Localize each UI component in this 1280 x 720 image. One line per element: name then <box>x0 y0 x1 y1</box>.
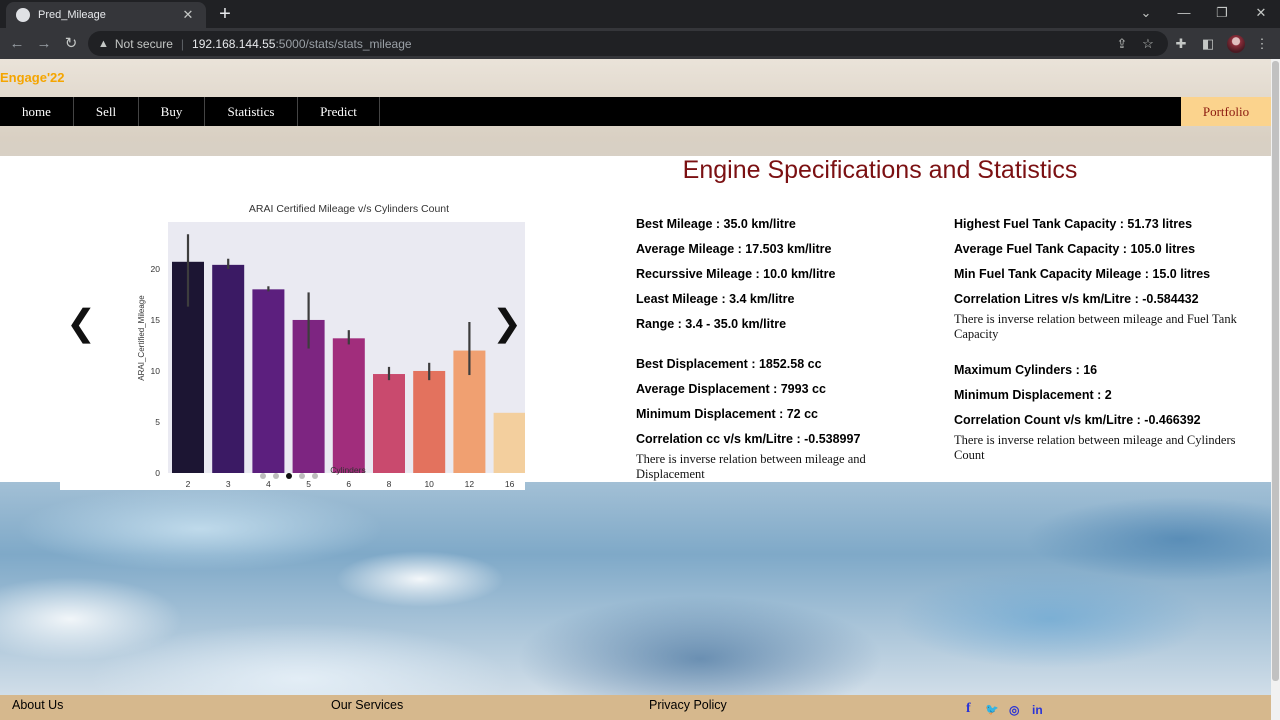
stat-min-fuel-tank-mileage: Min Fuel Tank Capacity Mileage : 15.0 li… <box>954 267 1211 281</box>
instagram-icon[interactable]: ◎ <box>1009 703 1019 717</box>
reload-icon[interactable]: ↻ <box>60 33 82 55</box>
stat-maximum-cylinders: Maximum Cylinders : 16 <box>954 363 1098 377</box>
carousel-dot[interactable] <box>260 473 266 479</box>
forward-icon[interactable]: → <box>33 33 55 55</box>
stat-minimum-displacement: Minimum Displacement : 72 cc <box>636 407 819 421</box>
stat-highest-fuel-tank: Highest Fuel Tank Capacity : 51.73 litre… <box>954 217 1193 231</box>
nav-buy[interactable]: Buy <box>139 97 205 126</box>
carousel-dot[interactable] <box>273 473 279 479</box>
maximize-icon[interactable]: ❐ <box>1207 4 1237 22</box>
globe-icon <box>16 8 30 22</box>
main-navbar: home Sell Buy Statistics Predict Portfol… <box>0 97 1271 126</box>
bar-cyl-10 <box>413 370 446 473</box>
y-tick-label: 10 <box>151 366 161 376</box>
mileage-cylinders-chart: 0 5 10 15 20 2 3 4 5 6 8 10 12 16 ARAI Certified Mil… <box>137 203 525 489</box>
side-panel-icon[interactable]: ◧ <box>1199 35 1217 53</box>
y-tick-label: 0 <box>155 468 160 478</box>
nav-home[interactable]: home <box>0 97 74 126</box>
stat-minimum-displacement-2: Minimum Displacement : 2 <box>954 388 1112 402</box>
note-displacement: There is inverse relation between mileag… <box>636 452 866 481</box>
nav-sell[interactable]: Sell <box>74 97 139 126</box>
page-scrollbar[interactable] <box>1271 59 1280 720</box>
y-tick-label: 20 <box>151 264 161 274</box>
x-tick-label: 10 <box>424 479 434 489</box>
browser-tab-bar: Pred_Mileage ✕ + ⌄ — ❐ ✕ <box>0 0 1280 28</box>
site-brand[interactable]: Engage'22 <box>0 70 65 85</box>
page-viewport: Engage'22 home Sell Buy Statistics Predi… <box>0 59 1280 720</box>
browser-toolbar: ← → ↻ ▲ Not secure | 192.168.144.55 :500… <box>0 28 1280 59</box>
twitter-icon[interactable]: 🐦 <box>985 703 999 716</box>
x-tick-label: 8 <box>387 479 392 489</box>
x-tick-label: 4 <box>266 479 271 489</box>
y-tick-label: 5 <box>155 417 160 427</box>
bar-cyl-4 <box>252 289 285 473</box>
bar-cyl-3 <box>212 264 245 473</box>
url-host: 192.168.144.55 <box>192 36 276 51</box>
chart-ylabel: ARAI_Certified_Mileage <box>137 295 146 381</box>
stat-average-mileage: Average Mileage : 17.503 km/litre <box>636 242 832 256</box>
x-tick-label: 6 <box>346 479 351 489</box>
stat-correlation-cc: Correlation cc v/s km/Litre : -0.538997 <box>636 432 861 446</box>
address-bar[interactable]: ▲ Not secure | 192.168.144.55 :5000/stat… <box>88 31 1168 56</box>
nav-statistics[interactable]: Statistics <box>205 97 298 126</box>
share-icon[interactable]: ⇪ <box>1113 35 1131 53</box>
carousel-dot[interactable] <box>299 473 305 479</box>
page-title: Engine Specifications and Statistics <box>682 156 1078 184</box>
tab-title: Pred_Mileage <box>38 9 106 21</box>
scrollbar-thumb[interactable] <box>1272 61 1279 681</box>
note-cylinders: There is inverse relation between mileag… <box>954 433 1236 462</box>
carousel-dot[interactable] <box>286 473 292 479</box>
x-tick-label: 5 <box>306 479 311 489</box>
carousel-prev-button[interactable]: ❮ <box>66 305 96 341</box>
tab-search-icon[interactable]: ⌄ <box>1131 4 1161 22</box>
footer-about-us[interactable]: About Us <box>12 698 63 712</box>
site-footer: About Us Our Services Privacy Policy f 🐦… <box>0 695 1271 720</box>
close-window-icon[interactable]: ✕ <box>1246 4 1276 22</box>
url-path: :5000/stats/stats_mileage <box>275 36 412 51</box>
facebook-icon[interactable]: f <box>966 701 971 717</box>
menu-kebab-icon[interactable]: ⋮ <box>1253 35 1271 53</box>
stat-recursive-mileage: Recurssive Mileage : 10.0 km/litre <box>636 267 836 281</box>
browser-tab[interactable]: Pred_Mileage ✕ <box>6 2 206 28</box>
note-fuel-tank: There is inverse relation between mileag… <box>954 312 1237 341</box>
x-tick-label: 3 <box>226 479 231 489</box>
bar-cyl-16 <box>493 412 525 473</box>
chart-carousel: 0 5 10 15 20 2 3 4 5 6 8 10 12 16 ARAI Certified Mil… <box>60 192 525 490</box>
carousel-next-button[interactable]: ❯ <box>492 305 522 341</box>
bar-cyl-6 <box>332 338 365 473</box>
x-tick-label: 16 <box>505 479 515 489</box>
footer-privacy-policy[interactable]: Privacy Policy <box>649 698 727 712</box>
bookmark-star-icon[interactable]: ☆ <box>1139 35 1157 53</box>
footer-our-services[interactable]: Our Services <box>331 698 403 712</box>
linkedin-icon[interactable]: in <box>1032 703 1043 717</box>
tab-close-icon[interactable]: ✕ <box>180 7 196 23</box>
carousel-indicators <box>260 473 318 479</box>
x-tick-label: 2 <box>186 479 191 489</box>
stat-best-mileage: Best Mileage : 35.0 km/litre <box>636 217 796 231</box>
minimize-icon[interactable]: — <box>1169 4 1199 22</box>
nav-predict[interactable]: Predict <box>298 97 380 126</box>
stat-correlation-count: Correlation Count v/s km/Litre : -0.4663… <box>954 413 1201 427</box>
stat-correlation-litres: Correlation Litres v/s km/Litre : -0.584… <box>954 292 1199 306</box>
nav-portfolio[interactable]: Portfolio <box>1181 97 1271 126</box>
stat-best-displacement: Best Displacement : 1852.58 cc <box>636 357 822 371</box>
profile-avatar[interactable] <box>1227 35 1245 53</box>
extensions-icon[interactable]: ✚ <box>1172 35 1190 53</box>
y-tick-label: 15 <box>151 315 161 325</box>
back-icon[interactable]: ← <box>6 33 28 55</box>
chart-xlabel: Cylinders <box>330 465 365 475</box>
bar-cyl-8 <box>373 374 405 473</box>
stat-range: Range : 3.4 - 35.0 km/litre <box>636 317 787 331</box>
url-separator: | <box>180 36 185 51</box>
stat-average-displacement: Average Displacement : 7993 cc <box>636 382 826 396</box>
warning-icon: ▲ <box>98 37 109 50</box>
stat-least-mileage: Least Mileage : 3.4 km/litre <box>636 292 795 306</box>
new-tab-button[interactable]: + <box>214 4 236 24</box>
chart-title: ARAI Certified Mileage v/s Cylinders Cou… <box>249 203 449 215</box>
carousel-dot[interactable] <box>312 473 318 479</box>
x-tick-label: 12 <box>465 479 475 489</box>
stat-average-fuel-tank: Average Fuel Tank Capacity : 105.0 litre… <box>954 242 1196 256</box>
not-secure-label: Not secure <box>114 36 173 51</box>
